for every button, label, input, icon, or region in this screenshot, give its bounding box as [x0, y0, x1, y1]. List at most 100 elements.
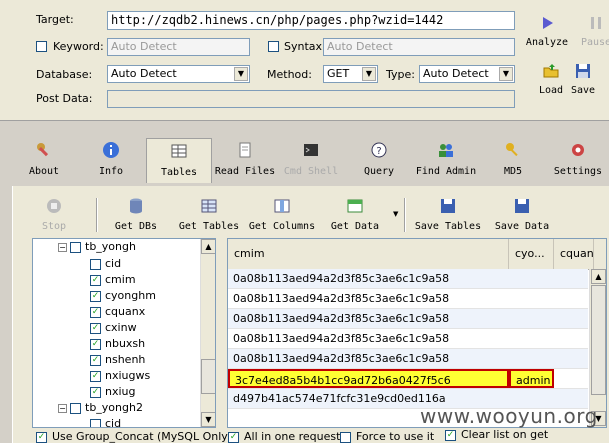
tree-checkbox[interactable]: ✓	[90, 322, 101, 334]
tree-node-column[interactable]: ✓ nshenh	[90, 352, 145, 368]
force-option[interactable]: Force to use it	[340, 430, 434, 443]
force-checkbox[interactable]	[340, 431, 351, 443]
save-button[interactable]: Save	[568, 62, 598, 96]
table-cell[interactable]	[554, 349, 594, 368]
tree-checkbox[interactable]	[90, 418, 101, 427]
tree-node-column[interactable]: ✓ nbuxsh	[90, 336, 145, 352]
get-data-dropdown-icon[interactable]: ▼	[393, 210, 398, 218]
all-in-one-option[interactable]: ✓ All in one request.	[228, 430, 344, 443]
tree-node-table[interactable]: − tb_yongh	[58, 239, 136, 255]
tree-node-column[interactable]: cid	[90, 256, 121, 272]
tree-node-column[interactable]: ✓ nxiug	[90, 384, 136, 400]
tree-checkbox[interactable]: ✓	[90, 306, 101, 318]
table-cell[interactable]: 0a08b113aed94a2d3f85c3ae6c1c9a58	[228, 269, 509, 288]
tree-checkbox[interactable]: ✓	[90, 354, 101, 366]
column-header[interactable]: cquan	[554, 239, 594, 269]
tree-checkbox[interactable]	[70, 241, 81, 253]
table-row[interactable]: 0a08b113aed94a2d3f85c3ae6c1c9a58	[228, 349, 588, 369]
get-dbs-button[interactable]: Get DBs	[110, 197, 162, 232]
scroll-thumb[interactable]	[201, 359, 215, 394]
table-cell[interactable]: 0a08b113aed94a2d3f85c3ae6c1c9a58	[228, 329, 509, 348]
keyword-checkbox[interactable]	[36, 41, 47, 52]
table-cell[interactable]	[554, 309, 594, 328]
keyword-input[interactable]: Auto Detect	[107, 38, 250, 56]
group-concat-checkbox[interactable]: ✓	[36, 431, 47, 443]
table-cell[interactable]: 3c7e4ed8a5b4b1cc9ad72b6a0427f5c6	[228, 369, 509, 388]
table-cell[interactable]: admin	[509, 369, 554, 388]
get-data-button[interactable]: Get Data	[328, 197, 382, 232]
tab-cmd-shell[interactable]: Cmd Shell	[282, 135, 340, 182]
table-row[interactable]: 0a08b113aed94a2d3f85c3ae6c1c9a58	[228, 269, 588, 289]
tree-checkbox[interactable]: ✓	[90, 290, 101, 302]
scroll-thumb[interactable]	[591, 285, 606, 395]
column-header[interactable]: cyo...	[509, 239, 554, 269]
data-grid-icon	[347, 199, 363, 213]
table-row[interactable]: 0a08b113aed94a2d3f85c3ae6c1c9a58	[228, 329, 588, 349]
collapse-icon[interactable]: −	[58, 242, 67, 252]
scroll-up-icon[interactable]: ▲	[591, 269, 606, 284]
tree-node-column[interactable]: ✓ cquanx	[90, 304, 145, 320]
table-cell[interactable]	[554, 369, 594, 388]
table-row[interactable]: 0a08b113aed94a2d3f85c3ae6c1c9a58	[228, 309, 588, 329]
table-cell[interactable]	[509, 309, 554, 328]
tab-read-files[interactable]: Read Files	[214, 135, 276, 182]
tree-checkbox[interactable]: ✓	[90, 370, 101, 382]
tab-tables[interactable]: Tables	[146, 138, 212, 183]
load-button[interactable]: Load	[536, 62, 566, 96]
table-cell[interactable]	[509, 329, 554, 348]
syntax-checkbox[interactable]	[268, 41, 279, 52]
table-cell[interactable]	[509, 269, 554, 288]
tab-settings[interactable]: Settings	[552, 135, 604, 182]
tree-checkbox[interactable]	[70, 402, 81, 414]
type-select[interactable]: Auto Detect ▼	[419, 65, 515, 83]
tab-about[interactable]: About	[20, 135, 68, 182]
tree-checkbox[interactable]: ✓	[90, 274, 101, 286]
tree-scrollbar[interactable]: ▲ ▼	[200, 239, 215, 427]
tree-node-column[interactable]: ✓ cmim	[90, 272, 136, 288]
clear-list-checkbox[interactable]: ✓	[445, 429, 456, 441]
data-grid[interactable]: cmim cyo... cquan 0a08b113aed94a2d3f85c3…	[227, 238, 607, 428]
database-select[interactable]: Auto Detect ▼	[107, 65, 250, 83]
syntax-input[interactable]: Auto Detect	[323, 38, 515, 56]
all-in-one-checkbox[interactable]: ✓	[228, 431, 239, 443]
tab-query[interactable]: ? Query	[358, 135, 400, 182]
save-data-button[interactable]: Save Data	[492, 197, 552, 232]
group-concat-option[interactable]: ✓ Use Group_Concat (MySQL Only)	[36, 430, 232, 443]
tree-checkbox[interactable]: ✓	[90, 338, 101, 350]
get-tables-button[interactable]: Get Tables	[176, 197, 242, 232]
tab-md5[interactable]: MD5	[498, 135, 528, 182]
pause-button[interactable]: Pause	[578, 14, 609, 48]
scroll-down-icon[interactable]: ▼	[201, 412, 215, 427]
postdata-input[interactable]	[107, 90, 515, 108]
column-header[interactable]: cmim	[228, 239, 509, 269]
tree-checkbox[interactable]	[90, 258, 101, 270]
clear-list-option[interactable]: ✓ Clear list on get	[445, 428, 548, 441]
tree-node-column[interactable]: cid	[90, 416, 121, 427]
table-row[interactable]: 0a08b113aed94a2d3f85c3ae6c1c9a58	[228, 289, 588, 309]
stop-button[interactable]: Stop	[38, 197, 70, 232]
tree-node-column[interactable]: ✓ cyonghm	[90, 288, 156, 304]
collapse-icon[interactable]: −	[58, 403, 67, 413]
table-cell[interactable]	[554, 289, 594, 308]
table-cell[interactable]: 0a08b113aed94a2d3f85c3ae6c1c9a58	[228, 289, 509, 308]
table-cell[interactable]	[509, 349, 554, 368]
save-tables-button[interactable]: Save Tables	[414, 197, 482, 232]
tab-find-admin[interactable]: Find Admin	[414, 135, 478, 182]
get-columns-button[interactable]: Get Columns	[247, 197, 317, 232]
table-cell[interactable]	[509, 289, 554, 308]
analyze-button[interactable]: Analyze	[524, 14, 570, 48]
tree-checkbox[interactable]: ✓	[90, 386, 101, 398]
table-cell[interactable]: 0a08b113aed94a2d3f85c3ae6c1c9a58	[228, 309, 509, 328]
tree-node-column[interactable]: ✓ cxinw	[90, 320, 137, 336]
target-input[interactable]: http://zqdb2.hinews.cn/php/pages.php?wzi…	[107, 11, 515, 30]
table-cell[interactable]	[554, 269, 594, 288]
tree-node-table[interactable]: − tb_yongh2	[58, 400, 143, 416]
scroll-up-icon[interactable]: ▲	[201, 239, 215, 254]
method-select[interactable]: GET ▼	[323, 65, 378, 83]
tree-node-column[interactable]: ✓ nxiugws	[90, 368, 150, 384]
table-cell[interactable]	[554, 329, 594, 348]
table-row[interactable]: 3c7e4ed8a5b4b1cc9ad72b6a0427f5c6 admin	[228, 369, 588, 389]
tables-tree[interactable]: − tb_yongh cid ✓ cmim ✓ cyonghm ✓ cquanx ✓ cx…	[32, 238, 216, 428]
table-cell[interactable]: 0a08b113aed94a2d3f85c3ae6c1c9a58	[228, 349, 509, 368]
tab-info[interactable]: Info	[90, 135, 132, 182]
